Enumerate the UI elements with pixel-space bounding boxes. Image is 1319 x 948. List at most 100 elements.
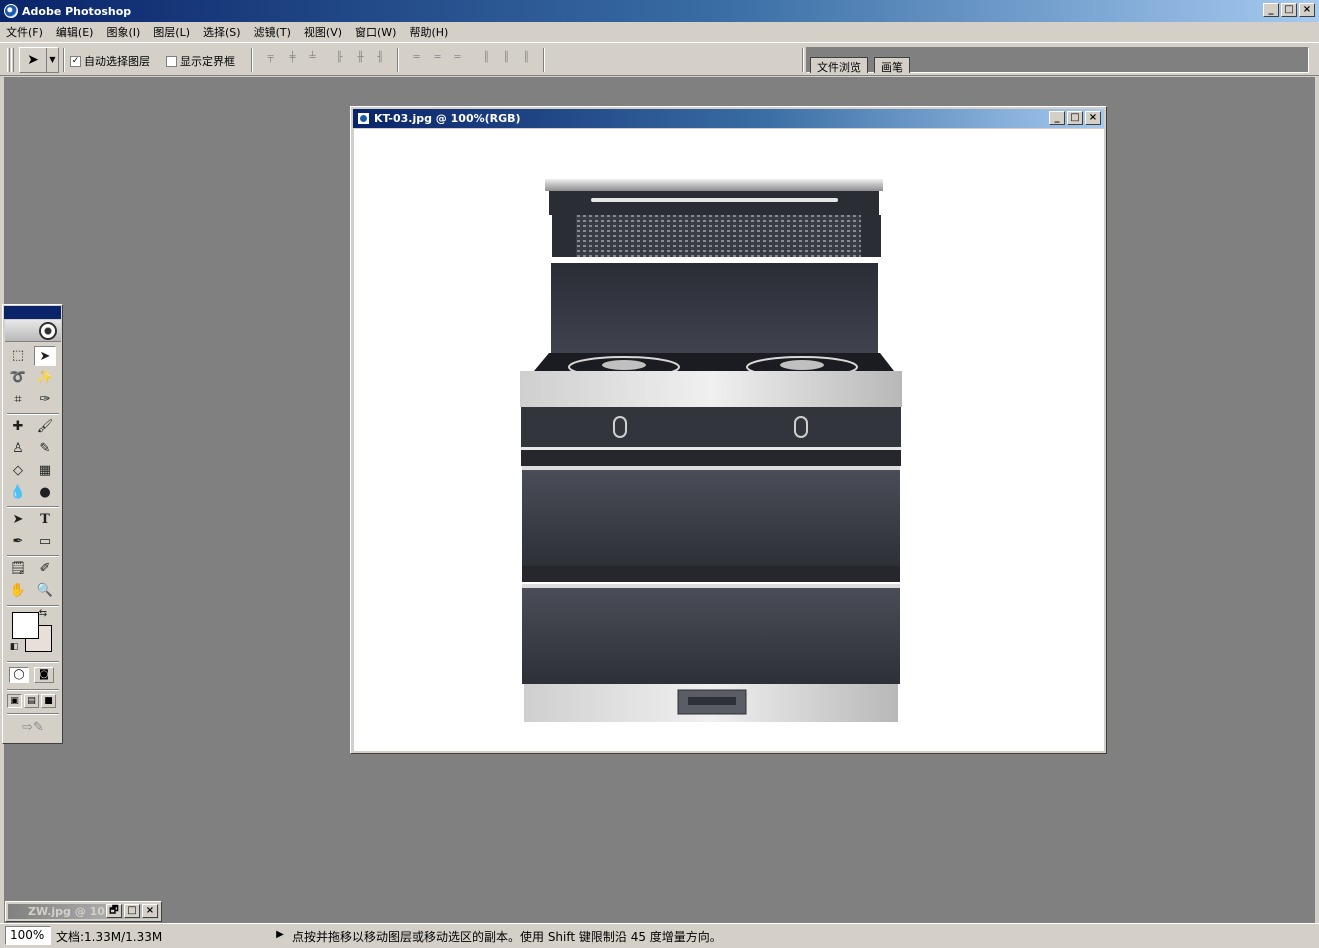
app-window-controls: _ □ ×	[1263, 3, 1315, 17]
toolbox-separator	[7, 689, 59, 691]
distribute-left-icon[interactable]: ║	[478, 52, 494, 66]
document-window: KT-03.jpg @ 100%(RGB) _ □ ×	[350, 106, 1107, 754]
document-close-button[interactable]: ×	[1085, 111, 1101, 125]
close-button[interactable]: ×	[142, 904, 158, 918]
adobe-online-button[interactable]	[5, 320, 61, 342]
clone-stamp-tool-icon[interactable]: ♙	[7, 439, 29, 459]
document-title: KT-03.jpg @ 100%(RGB)	[374, 112, 521, 125]
maximize-button[interactable]: □	[1281, 3, 1297, 17]
menu-file[interactable]: 文件(F)	[6, 24, 43, 40]
align-left-icon[interactable]: ╟	[331, 52, 347, 66]
document-minimize-button[interactable]: _	[1049, 111, 1065, 125]
blur-tool-icon[interactable]: 💧	[7, 483, 29, 503]
auto-select-layer-option[interactable]: ✓ 自动选择图层	[70, 53, 150, 69]
app-titlebar[interactable]: Adobe Photoshop _ □ ×	[0, 0, 1319, 22]
close-button[interactable]: ×	[1299, 3, 1315, 17]
restore-button[interactable]: 🗗	[106, 904, 122, 918]
menu-edit[interactable]: 编辑(E)	[56, 24, 94, 40]
palette-well: 文件浏览 画笔	[806, 47, 1309, 74]
type-tool-icon[interactable]: T	[34, 510, 56, 530]
show-bounding-box-option[interactable]: 显示定界框	[166, 53, 235, 69]
tool-hint-message: 点按并拖移以移动图层或移动选区的副本。使用 Shift 键限制沿 45 度增量方…	[292, 930, 722, 944]
toolbox-separator	[7, 506, 59, 508]
integrated-stove-image	[520, 179, 902, 722]
standard-mode-icon[interactable]: ◯	[9, 667, 29, 683]
crop-tool-icon[interactable]: ⌗	[7, 390, 29, 410]
options-separator	[251, 48, 253, 72]
hand-tool-icon[interactable]: ✋	[7, 581, 29, 601]
photoshop-app-icon[interactable]	[4, 4, 18, 18]
eraser-tool-icon[interactable]: ◇	[7, 461, 29, 481]
menu-bar: 文件(F) 编辑(E) 图象(I) 图层(L) 选择(S) 滤镜(T) 视图(V…	[0, 22, 1319, 42]
document-maximize-button[interactable]: □	[1067, 111, 1083, 125]
status-menu-arrow-icon[interactable]: ▶	[273, 928, 287, 942]
pen-tool-icon[interactable]: ✒	[7, 532, 29, 552]
history-brush-tool-icon[interactable]: ✎	[34, 439, 56, 459]
quick-mask-mode-icon[interactable]: ◙	[34, 667, 54, 683]
menu-image[interactable]: 图象(I)	[106, 24, 140, 40]
menu-filter[interactable]: 滤镜(T)	[254, 24, 291, 40]
distribute-bottom-icon[interactable]: ═	[449, 52, 465, 66]
document-titlebar[interactable]: KT-03.jpg @ 100%(RGB) _ □ ×	[353, 109, 1104, 128]
zoom-tool-icon[interactable]: 🔍	[34, 581, 56, 601]
gradient-tool-icon[interactable]: ▦	[34, 461, 56, 481]
move-tool-icon[interactable]: ➤	[34, 346, 56, 366]
lasso-tool-icon[interactable]: ➰	[7, 368, 29, 388]
notes-tool-icon[interactable]: 🗒	[7, 559, 29, 579]
menu-help[interactable]: 帮助(H)	[409, 24, 448, 40]
align-right-icon[interactable]: ╢	[372, 52, 388, 66]
menu-view[interactable]: 视图(V)	[304, 24, 342, 40]
move-tool-icon: ➤	[27, 52, 39, 68]
zoom-level-field[interactable]: 100%	[5, 926, 51, 945]
eye-logo-icon	[39, 322, 57, 340]
align-horizontal-center-icon[interactable]: ╫	[352, 52, 368, 66]
tool-preset-picker[interactable]: ➤ ▼	[19, 47, 59, 73]
options-bar-grip-2[interactable]	[11, 48, 14, 72]
chevron-down-icon[interactable]: ▼	[46, 48, 58, 72]
full-screen-mode-icon[interactable]: ■	[41, 694, 56, 708]
shape-tool-icon[interactable]: ▭	[34, 532, 56, 552]
app-title: Adobe Photoshop	[22, 4, 132, 18]
toolbox-titlebar[interactable]	[4, 306, 61, 319]
full-screen-menu-mode-icon[interactable]: ▤	[24, 694, 39, 708]
brush-tool-icon[interactable]: 🖌	[34, 417, 56, 437]
distribute-vertical-center-icon[interactable]: ═	[429, 52, 445, 66]
toolbox-separator	[7, 605, 59, 607]
options-separator	[802, 48, 804, 72]
distribute-top-icon[interactable]: ═	[408, 52, 424, 66]
menu-layer[interactable]: 图层(L)	[153, 24, 190, 40]
document-icon[interactable]	[357, 112, 370, 125]
magic-wand-tool-icon[interactable]: ✨	[34, 368, 56, 388]
status-bar: 100% 文档:1.33M/1.33M ▶ 点按并拖移以移动图层或移动选区的副本…	[0, 923, 1319, 948]
options-separator	[397, 48, 399, 72]
align-top-icon[interactable]: ╤	[262, 52, 278, 66]
toolbox-palette: ⬚ ➤ ➰ ✨ ⌗ ✑ ✚ 🖌 ♙ ✎ ◇ ▦ 💧 ● ➤ T ✒ ▭ 🗒 ✐ …	[2, 304, 63, 744]
minimized-window-controls: 🗗 □ ×	[106, 904, 158, 918]
menu-window[interactable]: 窗口(W)	[355, 24, 396, 40]
show-bounding-box-checkbox[interactable]	[166, 55, 177, 67]
maximize-button[interactable]: □	[124, 904, 140, 918]
align-vertical-center-icon[interactable]: ╪	[284, 52, 300, 66]
menu-select[interactable]: 选择(S)	[203, 24, 241, 40]
standard-screen-mode-icon[interactable]: ▣	[7, 694, 22, 708]
slice-tool-icon[interactable]: ✑	[34, 390, 56, 410]
align-bottom-icon[interactable]: ╧	[304, 52, 320, 66]
eyedropper-tool-icon[interactable]: ✐	[34, 559, 56, 579]
minimized-document-window[interactable]: ZW.jpg @ 10... 🗗 □ ×	[5, 901, 162, 922]
image-canvas[interactable]	[354, 129, 1104, 751]
jump-to-imageready-icon[interactable]: ⇨✎	[11, 718, 55, 738]
path-selection-tool-icon[interactable]: ➤	[7, 510, 29, 530]
marquee-tool-icon[interactable]: ⬚	[7, 346, 29, 366]
distribute-horizontal-center-icon[interactable]: ║	[498, 52, 514, 66]
minimize-button[interactable]: _	[1263, 3, 1279, 17]
distribute-right-icon[interactable]: ║	[518, 52, 534, 66]
foreground-color-swatch[interactable]	[12, 612, 39, 639]
auto-select-layer-checkbox[interactable]: ✓	[70, 55, 81, 67]
default-colors-icon[interactable]: ◧	[8, 641, 20, 653]
dodge-tool-icon[interactable]: ●	[34, 483, 56, 503]
palette-tab-brushes[interactable]: 画笔	[874, 57, 910, 74]
options-bar-grip[interactable]	[7, 48, 10, 72]
palette-tab-file-browser[interactable]: 文件浏览	[810, 57, 868, 74]
healing-brush-tool-icon[interactable]: ✚	[7, 417, 29, 437]
document-size-info: 文档:1.33M/1.33M	[56, 930, 163, 944]
